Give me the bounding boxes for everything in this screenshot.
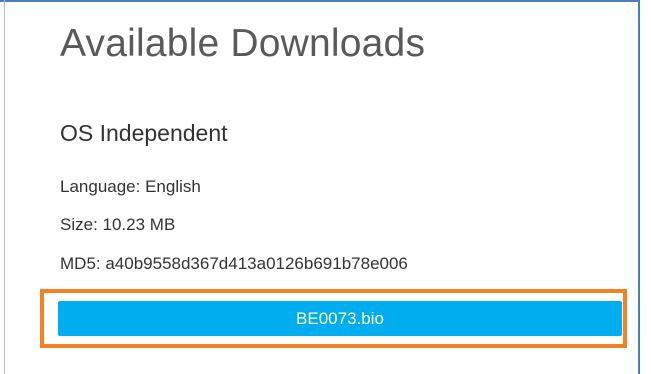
window-right-border bbox=[638, 0, 640, 374]
window-top-border bbox=[0, 0, 639, 2]
language-info: Language: English bbox=[60, 177, 201, 196]
os-heading: OS Independent bbox=[60, 120, 228, 146]
page-title: Available Downloads bbox=[60, 22, 426, 65]
size-info: Size: 10.23 MB bbox=[60, 215, 176, 234]
panel-left-border bbox=[4, 0, 5, 374]
download-button[interactable]: BE0073.bio bbox=[58, 301, 622, 336]
md5-info: MD5: a40b9558d367d413a0126b691b78e006 bbox=[60, 254, 408, 273]
